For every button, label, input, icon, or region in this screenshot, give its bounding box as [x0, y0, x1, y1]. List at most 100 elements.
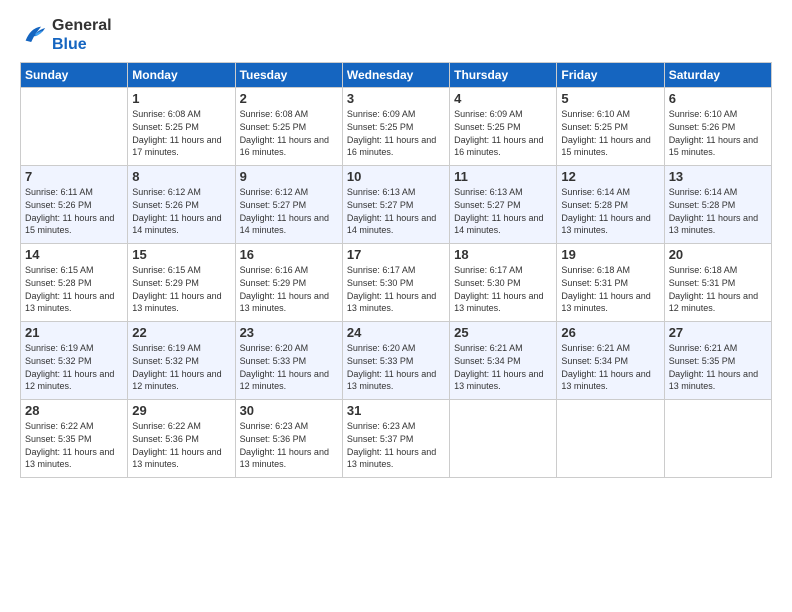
day-info: Sunrise: 6:21 AMSunset: 5:35 PMDaylight:… — [669, 342, 767, 392]
calendar-cell: 5Sunrise: 6:10 AMSunset: 5:25 PMDaylight… — [557, 88, 664, 166]
logo-text: General Blue — [52, 16, 112, 54]
day-info: Sunrise: 6:13 AMSunset: 5:27 PMDaylight:… — [454, 186, 552, 236]
day-info: Sunrise: 6:22 AMSunset: 5:36 PMDaylight:… — [132, 420, 230, 470]
day-info: Sunrise: 6:18 AMSunset: 5:31 PMDaylight:… — [669, 264, 767, 314]
page: General Blue SundayMondayTuesdayWednesda… — [0, 0, 792, 612]
calendar-cell: 2 Sunrise: 6:08 AMSunset: 5:25 PMDaylight… — [235, 88, 342, 166]
weekday-header-thursday: Thursday — [450, 63, 557, 88]
day-number: 2 — [240, 91, 338, 106]
weekday-header-tuesday: Tuesday — [235, 63, 342, 88]
day-number: 6 — [669, 91, 767, 106]
calendar-cell — [21, 88, 128, 166]
calendar-cell: 15 Sunrise: 6:15 AMSunset: 5:29 PMDayligh… — [128, 244, 235, 322]
day-info: Sunrise: 6:08 AMSunset: 5:25 PMDaylight:… — [240, 108, 338, 158]
calendar-cell: 31 Sunrise: 6:23 AMSunset: 5:37 PMDayligh… — [342, 400, 449, 478]
day-number: 29 — [132, 403, 230, 418]
day-number: 3 — [347, 91, 445, 106]
day-number: 13 — [669, 169, 767, 184]
calendar-cell: 8 Sunrise: 6:12 AMSunset: 5:26 PMDaylight… — [128, 166, 235, 244]
calendar-cell: 23 Sunrise: 6:20 AMSunset: 5:33 PMDayligh… — [235, 322, 342, 400]
calendar-cell: 21 Sunrise: 6:19 AMSunset: 5:32 PMDayligh… — [21, 322, 128, 400]
calendar-cell: 29 Sunrise: 6:22 AMSunset: 5:36 PMDayligh… — [128, 400, 235, 478]
calendar-cell: 24 Sunrise: 6:20 AMSunset: 5:33 PMDayligh… — [342, 322, 449, 400]
day-info: Sunrise: 6:23 AMSunset: 5:37 PMDaylight:… — [347, 420, 445, 470]
calendar-cell: 7 Sunrise: 6:11 AMSunset: 5:26 PMDaylight… — [21, 166, 128, 244]
calendar-cell: 1Sunrise: 6:08 AMSunset: 5:25 PMDaylight… — [128, 88, 235, 166]
day-number: 11 — [454, 169, 552, 184]
day-info: Sunrise: 6:09 AMSunset: 5:25 PMDaylight:… — [347, 108, 445, 158]
day-info: Sunrise: 6:22 AMSunset: 5:35 PMDaylight:… — [25, 420, 123, 470]
day-info: Sunrise: 6:16 AMSunset: 5:29 PMDaylight:… — [240, 264, 338, 314]
weekday-header-sunday: Sunday — [21, 63, 128, 88]
calendar-cell: 25 Sunrise: 6:21 AMSunset: 5:34 PMDayligh… — [450, 322, 557, 400]
day-number: 21 — [25, 325, 123, 340]
day-number: 12 — [561, 169, 659, 184]
day-number: 27 — [669, 325, 767, 340]
day-info: Sunrise: 6:13 AMSunset: 5:27 PMDaylight:… — [347, 186, 445, 236]
calendar-cell: 3 Sunrise: 6:09 AMSunset: 5:25 PMDaylight… — [342, 88, 449, 166]
day-info: Sunrise: 6:17 AMSunset: 5:30 PMDaylight:… — [347, 264, 445, 314]
day-number: 19 — [561, 247, 659, 262]
day-number: 25 — [454, 325, 552, 340]
calendar-cell: 10 Sunrise: 6:13 AMSunset: 5:27 PMDayligh… — [342, 166, 449, 244]
calendar-table: SundayMondayTuesdayWednesdayThursdayFrid… — [20, 62, 772, 478]
day-info: Sunrise: 6:11 AMSunset: 5:26 PMDaylight:… — [25, 186, 123, 236]
day-info: Sunrise: 6:10 AMSunset: 5:26 PMDaylight:… — [669, 108, 767, 158]
calendar-week-row: 28 Sunrise: 6:22 AMSunset: 5:35 PMDayligh… — [21, 400, 772, 478]
calendar-cell: 19 Sunrise: 6:18 AMSunset: 5:31 PMDayligh… — [557, 244, 664, 322]
day-info: Sunrise: 6:18 AMSunset: 5:31 PMDaylight:… — [561, 264, 659, 314]
calendar-cell: 11 Sunrise: 6:13 AMSunset: 5:27 PMDayligh… — [450, 166, 557, 244]
weekday-header-monday: Monday — [128, 63, 235, 88]
calendar-cell: 28 Sunrise: 6:22 AMSunset: 5:35 PMDayligh… — [21, 400, 128, 478]
day-number: 28 — [25, 403, 123, 418]
day-info: Sunrise: 6:15 AMSunset: 5:29 PMDaylight:… — [132, 264, 230, 314]
day-info: Sunrise: 6:23 AMSunset: 5:36 PMDaylight:… — [240, 420, 338, 470]
day-number: 10 — [347, 169, 445, 184]
calendar-cell: 17 Sunrise: 6:17 AMSunset: 5:30 PMDayligh… — [342, 244, 449, 322]
logo: General Blue — [20, 16, 112, 54]
day-info: Sunrise: 6:17 AMSunset: 5:30 PMDaylight:… — [454, 264, 552, 314]
day-info: Sunrise: 6:19 AMSunset: 5:32 PMDaylight:… — [25, 342, 123, 392]
day-number: 30 — [240, 403, 338, 418]
calendar-cell: 20 Sunrise: 6:18 AMSunset: 5:31 PMDayligh… — [664, 244, 771, 322]
day-number: 24 — [347, 325, 445, 340]
calendar-cell: 22Sunrise: 6:19 AMSunset: 5:32 PMDayligh… — [128, 322, 235, 400]
day-info: Sunrise: 6:14 AMSunset: 5:28 PMDaylight:… — [561, 186, 659, 236]
day-number: 16 — [240, 247, 338, 262]
day-number: 31 — [347, 403, 445, 418]
day-info: Sunrise: 6:12 AMSunset: 5:26 PMDaylight:… — [132, 186, 230, 236]
day-number: 9 — [240, 169, 338, 184]
calendar-week-row: 14Sunrise: 6:15 AMSunset: 5:28 PMDayligh… — [21, 244, 772, 322]
day-number: 8 — [132, 169, 230, 184]
weekday-header-saturday: Saturday — [664, 63, 771, 88]
weekday-header-wednesday: Wednesday — [342, 63, 449, 88]
calendar-cell: 4Sunrise: 6:09 AMSunset: 5:25 PMDaylight… — [450, 88, 557, 166]
day-number: 4 — [454, 91, 552, 106]
day-number: 1 — [132, 91, 230, 106]
day-number: 7 — [25, 169, 123, 184]
calendar-cell: 30 Sunrise: 6:23 AMSunset: 5:36 PMDayligh… — [235, 400, 342, 478]
day-info: Sunrise: 6:21 AMSunset: 5:34 PMDaylight:… — [561, 342, 659, 392]
calendar-cell — [450, 400, 557, 478]
calendar-cell — [557, 400, 664, 478]
calendar-cell: 18Sunrise: 6:17 AMSunset: 5:30 PMDayligh… — [450, 244, 557, 322]
day-info: Sunrise: 6:21 AMSunset: 5:34 PMDaylight:… — [454, 342, 552, 392]
day-info: Sunrise: 6:20 AMSunset: 5:33 PMDaylight:… — [240, 342, 338, 392]
calendar-cell: 12 Sunrise: 6:14 AMSunset: 5:28 PMDayligh… — [557, 166, 664, 244]
calendar-cell: 27 Sunrise: 6:21 AMSunset: 5:35 PMDayligh… — [664, 322, 771, 400]
day-info: Sunrise: 6:20 AMSunset: 5:33 PMDaylight:… — [347, 342, 445, 392]
day-number: 17 — [347, 247, 445, 262]
calendar-cell: 16 Sunrise: 6:16 AMSunset: 5:29 PMDayligh… — [235, 244, 342, 322]
calendar-cell: 26 Sunrise: 6:21 AMSunset: 5:34 PMDayligh… — [557, 322, 664, 400]
calendar-cell: 14Sunrise: 6:15 AMSunset: 5:28 PMDayligh… — [21, 244, 128, 322]
header: General Blue — [20, 16, 772, 54]
day-number: 20 — [669, 247, 767, 262]
day-info: Sunrise: 6:10 AMSunset: 5:25 PMDaylight:… — [561, 108, 659, 158]
day-number: 15 — [132, 247, 230, 262]
day-info: Sunrise: 6:19 AMSunset: 5:32 PMDaylight:… — [132, 342, 230, 392]
day-number: 23 — [240, 325, 338, 340]
day-number: 26 — [561, 325, 659, 340]
day-info: Sunrise: 6:12 AMSunset: 5:27 PMDaylight:… — [240, 186, 338, 236]
day-info: Sunrise: 6:14 AMSunset: 5:28 PMDaylight:… — [669, 186, 767, 236]
weekday-header-friday: Friday — [557, 63, 664, 88]
